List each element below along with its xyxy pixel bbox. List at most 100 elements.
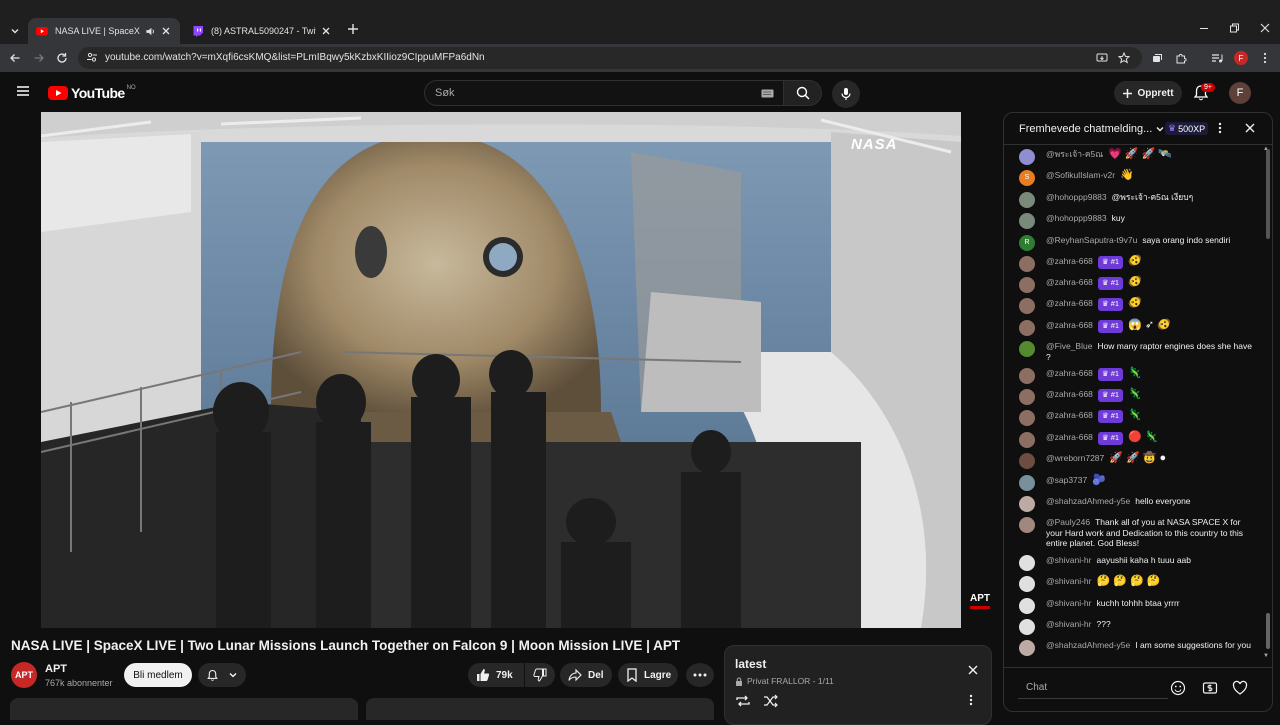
chat-author[interactable]: @Five_Blue <box>1046 341 1092 351</box>
chat-avatar[interactable] <box>1019 341 1035 357</box>
voice-search-button[interactable] <box>832 80 860 108</box>
chat-author[interactable]: @zahra-668 <box>1046 432 1093 442</box>
chat-author[interactable]: @พระเจ้า-ค5ณ <box>1046 149 1103 159</box>
tab-groups-button[interactable] <box>1148 49 1166 67</box>
close-chat-icon[interactable] <box>1244 122 1256 134</box>
close-window-icon[interactable] <box>1257 20 1273 36</box>
description-box-secondary[interactable] <box>366 698 714 720</box>
tab-search-button[interactable] <box>6 22 24 40</box>
chat-avatar[interactable] <box>1019 389 1035 405</box>
site-info-icon[interactable] <box>86 51 98 63</box>
minimize-icon[interactable] <box>1196 20 1212 36</box>
extensions-button[interactable] <box>1172 49 1190 67</box>
chat-author[interactable]: @shivani-hr <box>1046 576 1091 586</box>
chat-avatar[interactable] <box>1019 640 1035 656</box>
chat-avatar[interactable] <box>1019 496 1035 512</box>
search-button[interactable] <box>784 80 822 106</box>
chat-avatar[interactable] <box>1019 517 1035 533</box>
chat-author[interactable]: @shahzadAhmed-y5e <box>1046 496 1130 506</box>
chat-avatar[interactable] <box>1019 432 1035 448</box>
subscription-notifications-button[interactable] <box>198 663 246 687</box>
chat-menu-icon[interactable] <box>1218 122 1222 134</box>
bookmark-star-icon[interactable] <box>1118 52 1130 64</box>
search-input[interactable] <box>435 85 735 101</box>
chat-avatar[interactable] <box>1019 576 1035 592</box>
join-button[interactable]: Bli medlem <box>124 663 192 687</box>
install-app-icon[interactable] <box>1096 52 1108 64</box>
chat-avatar[interactable] <box>1019 619 1035 635</box>
chat-avatar[interactable] <box>1019 598 1035 614</box>
close-playlist-icon[interactable] <box>967 664 979 676</box>
shuffle-icon[interactable] <box>763 694 779 708</box>
chat-avatar[interactable]: R <box>1019 235 1035 251</box>
chat-avatar[interactable] <box>1019 368 1035 384</box>
chat-scrollbar-top[interactable] <box>1266 149 1270 239</box>
browser-menu-button[interactable] <box>1256 49 1274 67</box>
youtube-logo[interactable]: YouTube NO <box>48 85 136 101</box>
account-avatar[interactable]: F <box>1229 82 1251 104</box>
playlist-title[interactable]: latest <box>735 657 766 671</box>
chat-author[interactable]: @zahra-668 <box>1046 256 1093 266</box>
chat-author[interactable]: @zahra-668 <box>1046 320 1093 330</box>
channel-name[interactable]: APT <box>45 663 67 675</box>
browser-tab-twitch[interactable]: (8) ASTRAL5090247 - Twitch <box>184 18 340 44</box>
save-button[interactable]: Lagre <box>618 663 678 687</box>
xp-badge[interactable]: ♛ 500XP <box>1165 122 1209 135</box>
chat-author[interactable]: @zahra-668 <box>1046 277 1093 287</box>
chat-avatar[interactable] <box>1019 298 1035 314</box>
chat-avatar[interactable] <box>1019 453 1035 469</box>
restore-icon[interactable] <box>1226 20 1242 36</box>
super-chat-icon[interactable] <box>1202 680 1218 696</box>
close-tab-icon[interactable] <box>160 25 172 37</box>
chat-mode-dropdown[interactable]: Fremhevede chatmelding... <box>1019 123 1165 135</box>
chat-author[interactable]: @wreborn7287 <box>1046 453 1104 463</box>
chat-author[interactable]: @hohoppp9883 <box>1046 192 1107 202</box>
video-player[interactable]: NASA <box>41 112 961 628</box>
chat-avatar[interactable] <box>1019 149 1035 165</box>
hamburger-menu-icon[interactable] <box>16 84 30 98</box>
chat-author[interactable]: @hohoppp9883 <box>1046 213 1107 223</box>
channel-watermark[interactable]: APT <box>966 592 994 610</box>
chat-scrollbar-thumb[interactable] <box>1266 613 1270 649</box>
new-tab-icon[interactable] <box>346 22 360 36</box>
chat-avatar[interactable] <box>1019 213 1035 229</box>
chat-author[interactable]: @Pauly246 <box>1046 517 1090 527</box>
chat-avatar[interactable] <box>1019 475 1035 491</box>
channel-avatar[interactable]: APT <box>11 662 37 688</box>
browser-tab-youtube[interactable]: NASA LIVE | SpaceX LIVE | Tw <box>28 18 180 44</box>
like-button[interactable]: 79k <box>468 663 524 687</box>
description-box[interactable] <box>10 698 358 720</box>
chat-avatar[interactable]: S <box>1019 170 1035 186</box>
chat-author[interactable]: @zahra-668 <box>1046 368 1093 378</box>
media-controls-button[interactable] <box>1208 49 1226 67</box>
keyboard-icon[interactable] <box>761 89 774 98</box>
heart-icon[interactable] <box>1232 680 1248 696</box>
chat-avatar[interactable] <box>1019 277 1035 293</box>
chat-avatar[interactable] <box>1019 410 1035 426</box>
emoji-icon[interactable] <box>1170 680 1186 696</box>
chat-author[interactable]: @shivani-hr <box>1046 598 1091 608</box>
chat-author[interactable]: @SofikulIslam-v2r <box>1046 170 1115 180</box>
back-button[interactable] <box>6 49 24 67</box>
chat-author[interactable]: @sap3737 <box>1046 475 1087 485</box>
chat-avatar[interactable] <box>1019 320 1035 336</box>
chat-message-list[interactable]: @พระเจ้า-ค5ณ 💗 🚀 🚀 🛰️ S @SofikulIslam-v2r 👋… <box>1004 145 1266 667</box>
chat-author[interactable]: @shivani-hr <box>1046 619 1091 629</box>
chat-author[interactable]: @shivani-hr <box>1046 555 1091 565</box>
chat-scroll-down-arrow[interactable]: ▼ <box>1263 653 1269 659</box>
chat-author[interactable]: @ReyhanSaputra-t9v7u <box>1046 235 1137 245</box>
chat-author[interactable]: @shahzadAhmed-y5e <box>1046 640 1130 650</box>
loop-icon[interactable] <box>735 694 751 708</box>
address-bar[interactable]: youtube.com/watch?v=mXqfi6csKMQ&list=PLm… <box>78 47 1142 69</box>
close-tab-icon[interactable] <box>320 25 332 37</box>
chat-author[interactable]: @zahra-668 <box>1046 410 1093 420</box>
dislike-button[interactable] <box>525 663 555 687</box>
create-button[interactable]: Opprett <box>1114 81 1182 105</box>
chat-author[interactable]: @zahra-668 <box>1046 298 1093 308</box>
share-button[interactable]: Del <box>560 663 612 687</box>
forward-button[interactable] <box>30 49 48 67</box>
profile-button[interactable]: F <box>1232 49 1250 67</box>
chat-avatar[interactable] <box>1019 192 1035 208</box>
chat-avatar[interactable] <box>1019 555 1035 571</box>
speaker-icon[interactable] <box>145 26 156 37</box>
